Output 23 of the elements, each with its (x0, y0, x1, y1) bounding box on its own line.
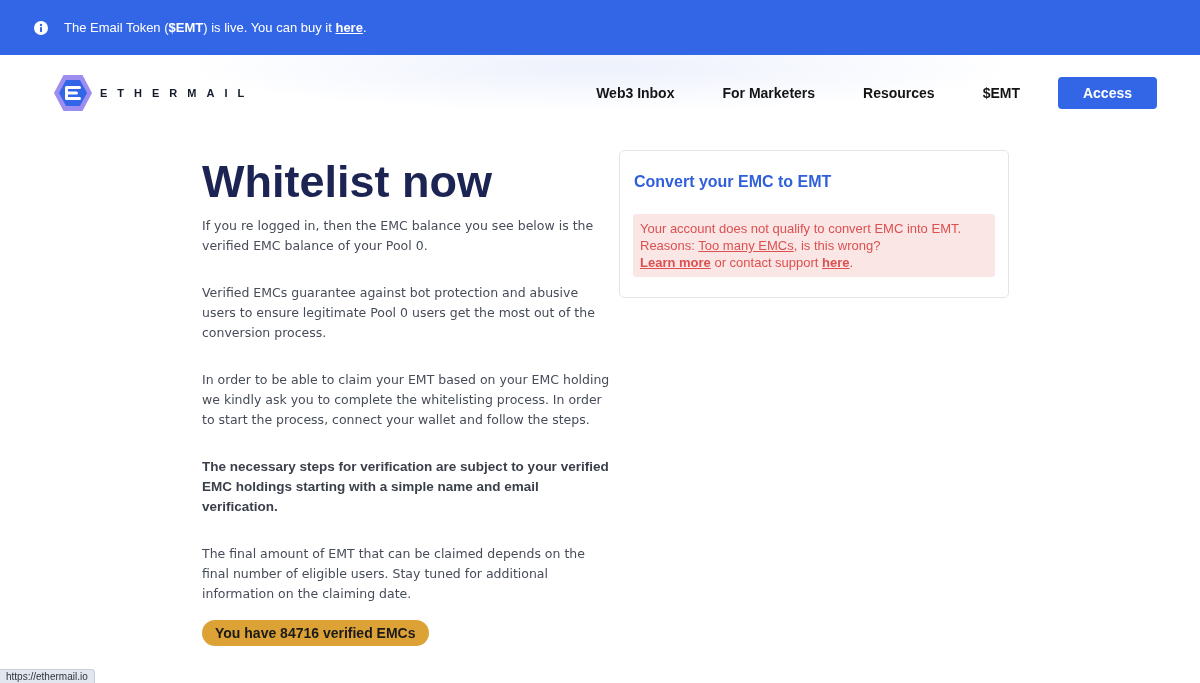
alert-link[interactable]: here (822, 255, 850, 270)
body-paragraph: The final amount of EMT that can be claimed depends on the final number of eligible users. Stay tuned for additional information on the claiming date. (202, 545, 586, 603)
nav-link[interactable]: $EMT (982, 84, 1020, 101)
access-button[interactable]: Access (1058, 76, 1157, 109)
body-paragraph: The necessary steps for verification are subject to your verified EMC holdings starting with a simple name and email verification. (202, 458, 610, 516)
verified-balance-badge: You have 84716 verified EMCs (202, 620, 429, 646)
info-icon (34, 20, 48, 35)
alert-link[interactable]: Learn more (640, 255, 711, 270)
link-preview-url: https://ethermail.io (0, 669, 95, 683)
buy-link[interactable]: here (335, 20, 363, 35)
nav-link[interactable]: Web3 Inbox (596, 84, 675, 101)
nav-link[interactable]: Resources (863, 84, 935, 101)
body-paragraph: In order to be able to claim your EMT based on your EMC holding we kindly ask you to complete the whitelisting process. In order to start the process, connect your wallet and follow the steps. (202, 371, 611, 429)
announcement-text: The Email Token ($EMT) is live. You can buy it here. (64, 20, 367, 35)
body-paragraph: Verified EMCs guarantee against bot protection and abusive users to ensure legitimate Pool 0 users get the most out of the conversion process. (202, 284, 596, 342)
page-title: Whitelist now (202, 156, 493, 208)
logo-wordmark: ETHERMAIL (100, 86, 255, 99)
alert-link[interactable]: Too many EMCs (698, 238, 794, 253)
hexagon-logo-icon (54, 74, 92, 111)
nav-link[interactable]: For Marketers (722, 84, 816, 101)
body-paragraph: If you re logged in, then the EMC balance you see below is the verified EMC balance of your Pool 0. (202, 217, 595, 255)
card-title: Convert your EMC to EMT (634, 172, 833, 192)
error-alert: Your account does not qualify to convert EMC into EMT. Reasons: Too many EMCs, is this wrong? Learn more or contact support here. (633, 214, 995, 277)
